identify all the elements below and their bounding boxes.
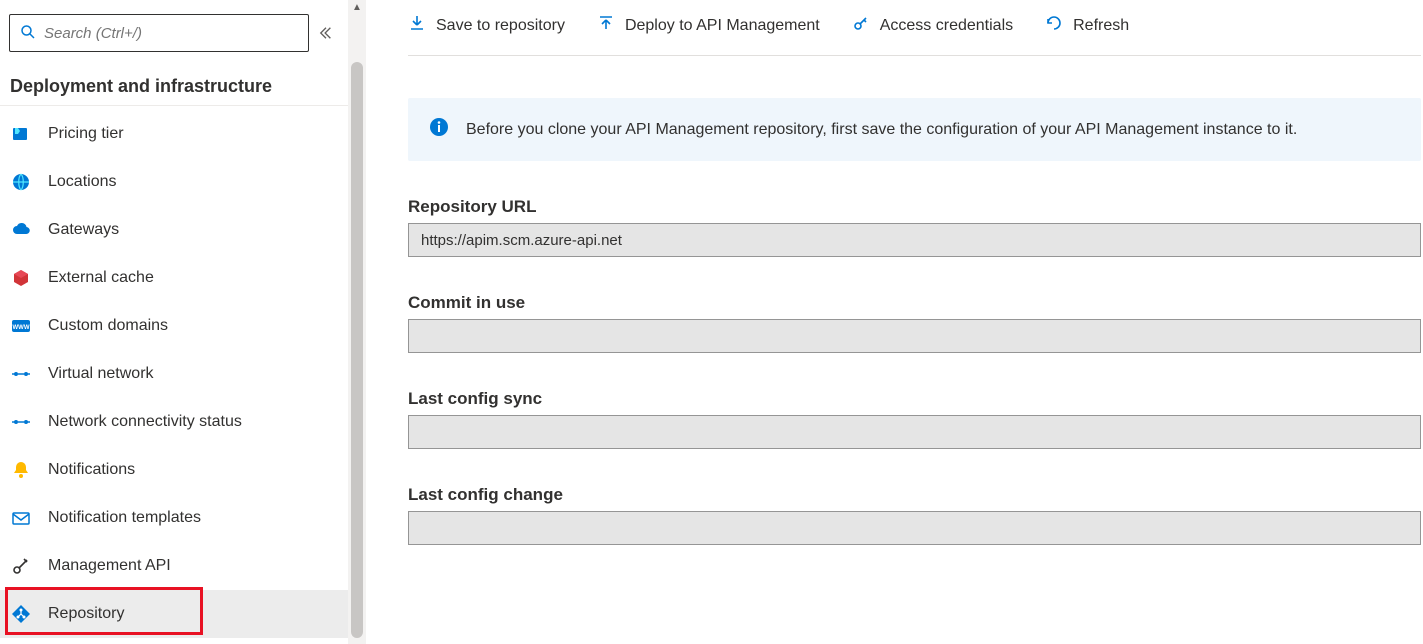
sidebar-item-label: Repository [48, 605, 124, 623]
sidebar-item-pricing-tier[interactable]: Pricing tier [0, 110, 348, 158]
sidebar-item-network-connectivity-status[interactable]: Network connectivity status [0, 398, 348, 446]
access-credentials-button[interactable]: Access credentials [852, 14, 1013, 37]
toolbar-label: Save to repository [436, 17, 565, 35]
search-input[interactable] [44, 25, 298, 42]
sidebar-item-external-cache[interactable]: External cache [0, 254, 348, 302]
sidebar-item-gateways[interactable]: Gateways [0, 206, 348, 254]
sidebar-menu: Pricing tier Locations Gateways [0, 110, 348, 638]
upload-icon [597, 14, 615, 37]
network-icon [10, 363, 32, 385]
sidebar-item-label: Notification templates [48, 509, 201, 527]
toolbar-label: Access credentials [880, 17, 1013, 35]
toolbar-label: Refresh [1073, 17, 1129, 35]
repo-icon [10, 603, 32, 625]
chevron-double-left-icon [319, 26, 333, 40]
last-config-sync-label: Last config sync [408, 389, 1421, 409]
scroll-up-arrow-icon[interactable]: ▲ [348, 2, 366, 13]
globe-icon [10, 171, 32, 193]
info-icon [428, 116, 450, 143]
sidebar-item-custom-domains[interactable]: WWW Custom domains [0, 302, 348, 350]
svg-text:WWW: WWW [13, 325, 30, 331]
search-icon [20, 24, 44, 43]
last-config-change-label: Last config change [408, 485, 1421, 505]
toolbar: Save to repository Deploy to API Managem… [408, 0, 1421, 56]
bell-icon [10, 459, 32, 481]
collapse-sidebar-button[interactable] [313, 14, 339, 52]
refresh-button[interactable]: Refresh [1045, 14, 1129, 37]
sidebar-item-label: External cache [48, 269, 154, 287]
last-config-sync-field[interactable] [408, 415, 1421, 449]
network-status-icon [10, 411, 32, 433]
www-icon: WWW [10, 315, 32, 337]
key-icon [852, 14, 870, 37]
sidebar-item-label: Pricing tier [48, 125, 124, 143]
sidebar-item-notifications[interactable]: Notifications [0, 446, 348, 494]
repo-url-label: Repository URL [408, 197, 1421, 217]
last-config-change-field[interactable] [408, 511, 1421, 545]
sidebar-item-management-api[interactable]: Management API [0, 542, 348, 590]
refresh-icon [1045, 14, 1063, 37]
sidebar-item-label: Management API [48, 557, 171, 575]
api-icon [10, 555, 32, 577]
deploy-button[interactable]: Deploy to API Management [597, 14, 820, 37]
cube-icon [10, 267, 32, 289]
main-content: Save to repository Deploy to API Managem… [366, 0, 1423, 644]
tag-icon [10, 123, 32, 145]
scrollbar-thumb[interactable] [351, 62, 363, 638]
mail-icon [10, 507, 32, 529]
cloud-icon [10, 219, 32, 241]
sidebar-section-header: Deployment and infrastructure [0, 62, 348, 106]
sidebar-item-label: Gateways [48, 221, 119, 239]
sidebar-item-label: Network connectivity status [48, 413, 242, 431]
sidebar-item-notification-templates[interactable]: Notification templates [0, 494, 348, 542]
sidebar-item-repository[interactable]: Repository [0, 590, 348, 638]
sidebar-item-label: Virtual network [48, 365, 154, 383]
sidebar: Deployment and infrastructure Pricing ti… [0, 0, 348, 644]
commit-in-use-label: Commit in use [408, 293, 1421, 313]
commit-in-use-field[interactable] [408, 319, 1421, 353]
sidebar-item-locations[interactable]: Locations [0, 158, 348, 206]
info-banner-text: Before you clone your API Management rep… [466, 121, 1297, 139]
save-to-repository-button[interactable]: Save to repository [408, 14, 565, 37]
sidebar-item-virtual-network[interactable]: Virtual network [0, 350, 348, 398]
sidebar-item-label: Notifications [48, 461, 135, 479]
repo-url-field[interactable] [408, 223, 1421, 257]
sidebar-item-label: Locations [48, 173, 117, 191]
info-banner: Before you clone your API Management rep… [408, 98, 1421, 161]
sidebar-scrollbar[interactable]: ▲ [348, 0, 366, 644]
search-box[interactable] [9, 14, 309, 52]
download-icon [408, 14, 426, 37]
toolbar-label: Deploy to API Management [625, 17, 820, 35]
sidebar-item-label: Custom domains [48, 317, 168, 335]
